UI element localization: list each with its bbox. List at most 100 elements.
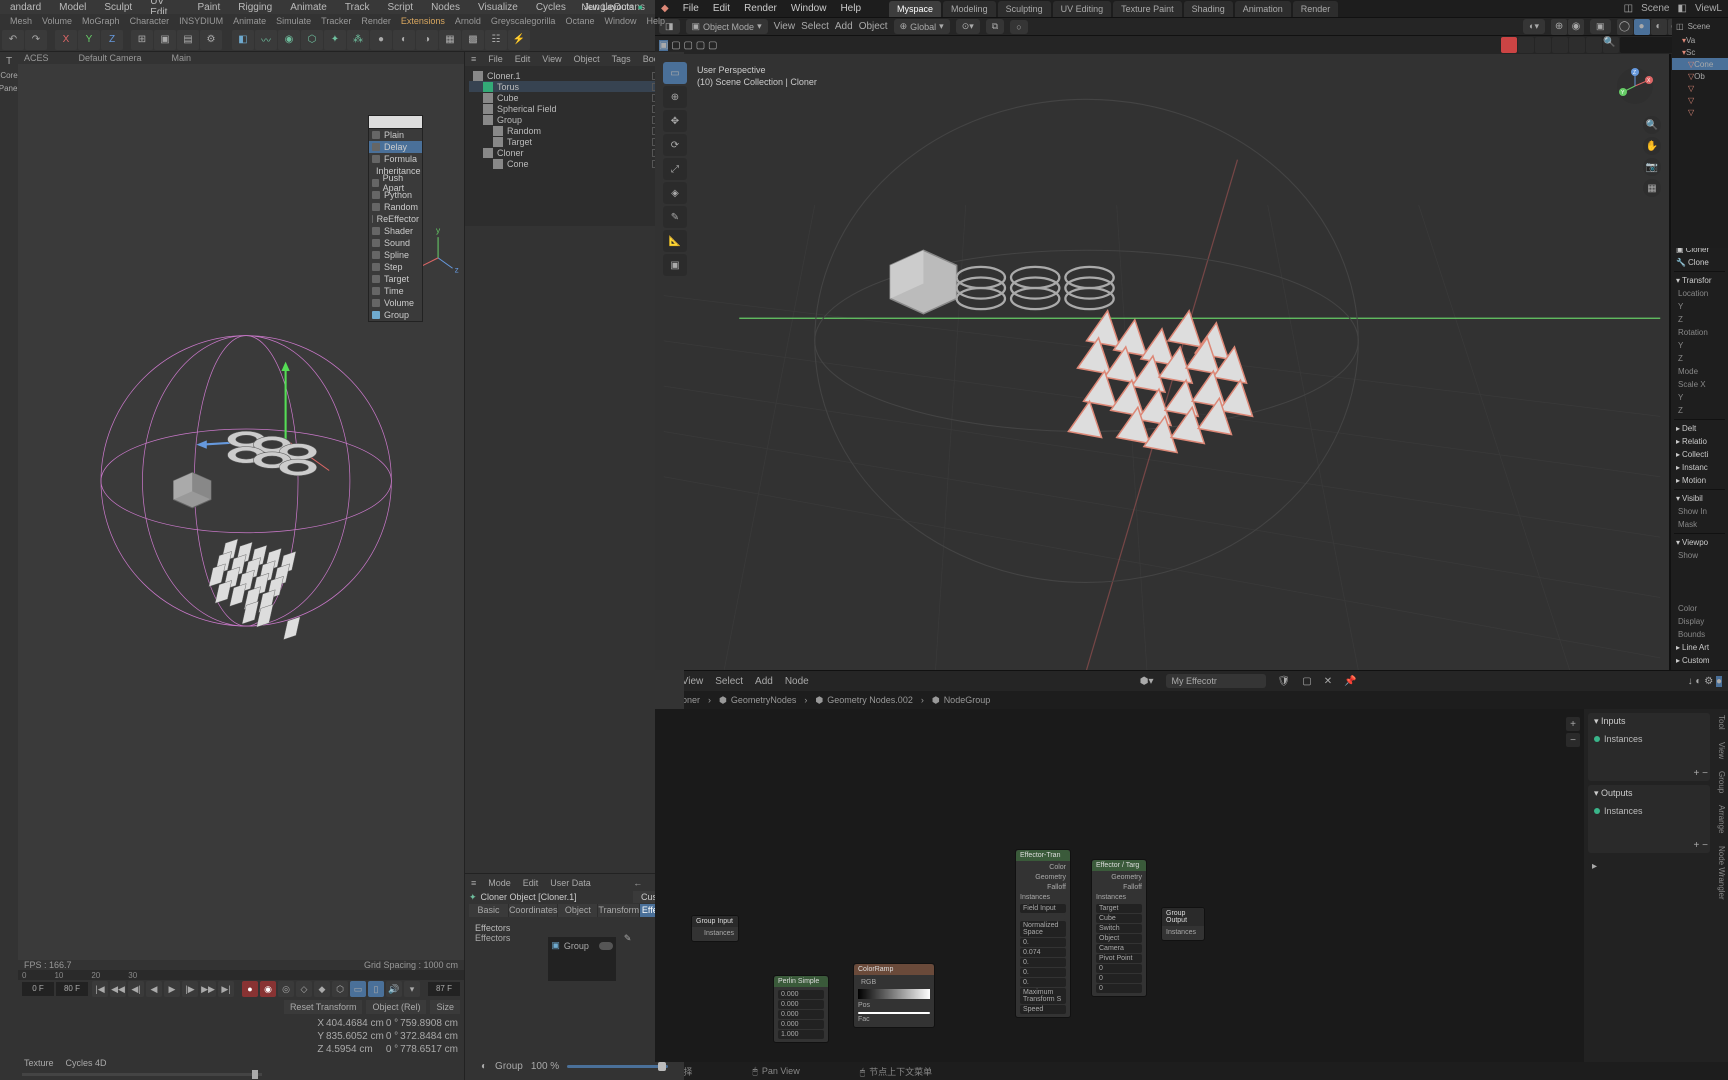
ctx-pushapart[interactable]: Push Apart — [369, 177, 422, 189]
frame-current[interactable]: 80 F — [56, 982, 88, 996]
goto-start-icon[interactable]: |◀ — [92, 981, 108, 997]
tab-object[interactable]: Object — [558, 904, 598, 917]
outliner-item[interactable]: Va — [1686, 36, 1695, 45]
node-canvas[interactable]: Group Input Instances Perlin Simple 0.00… — [655, 709, 1584, 1062]
socket[interactable]: Geometry — [1111, 873, 1142, 883]
menu-item[interactable]: Simulate — [276, 16, 311, 26]
cube-icon[interactable]: ◧ — [232, 30, 254, 50]
prop-location[interactable]: Location — [1674, 287, 1725, 300]
header-select[interactable]: Select — [801, 21, 829, 32]
texture-tab[interactable]: Texture — [24, 1058, 54, 1068]
rot-x[interactable]: 0 ° — [386, 1018, 398, 1029]
menu-item[interactable]: Model — [59, 2, 86, 13]
reset-transform-button[interactable]: Reset Transform — [284, 1000, 363, 1014]
section-motion[interactable]: ▸ Motion — [1674, 474, 1725, 487]
nodetree-name-input[interactable]: My Effecotr — [1166, 674, 1266, 688]
coord-space-dropdown[interactable]: Object (Rel) — [366, 1000, 426, 1014]
camera-label[interactable]: Default Camera — [79, 53, 142, 63]
key4-icon[interactable]: ⬡ — [332, 981, 348, 997]
field[interactable]: 0 — [1096, 984, 1142, 993]
generator-icon[interactable]: ◉ — [278, 30, 300, 50]
node-group-input[interactable]: Group Input Instances — [691, 915, 739, 942]
key6-icon[interactable]: ▯ — [368, 981, 384, 997]
pivot-dropdown[interactable]: ⊙▾ — [956, 19, 980, 34]
menu-icon[interactable]: ≡ — [471, 54, 476, 64]
cycles-tab[interactable]: Cycles 4D — [66, 1058, 107, 1068]
render-icon[interactable]: ▣ — [154, 30, 176, 50]
rot-z[interactable]: 0 ° — [386, 1044, 398, 1055]
blender-viewport[interactable]: ▭ ⊕ ✥ ⟳ ⤢ ◈ ✎ 📐 ▣ User Perspective (10) … — [655, 54, 1670, 670]
group-weight-slider[interactable]: ◐ Group 100 % — [475, 1061, 674, 1072]
header-view[interactable]: View — [774, 21, 796, 32]
field[interactable]: Field Input — [1020, 904, 1066, 913]
ne-tool-icon[interactable]: ● — [1716, 676, 1722, 687]
marker-icon[interactable]: ▾ — [404, 981, 420, 997]
tool5-icon[interactable]: ☷ — [485, 30, 507, 50]
field[interactable]: Speed — [1020, 1005, 1066, 1014]
menu-item[interactable]: Visualize — [478, 2, 518, 13]
menu-item[interactable]: Animate — [290, 2, 327, 13]
field-icon[interactable]: ✦ — [324, 30, 346, 50]
field[interactable]: Pivot Point — [1096, 954, 1142, 963]
panel-label[interactable]: Panel — [0, 84, 19, 93]
menu-item[interactable]: Tags — [612, 54, 631, 64]
workspace-tab[interactable]: Texture Paint — [1113, 1, 1182, 17]
ctx-step[interactable]: Step — [369, 261, 422, 273]
field[interactable]: 0. — [1020, 968, 1066, 977]
ne-tool-icon[interactable]: ◐ — [1695, 676, 1701, 687]
workspace-tab[interactable]: Animation — [1235, 1, 1291, 17]
view-label[interactable]: Main — [172, 53, 192, 63]
volume-icon[interactable]: ● — [370, 30, 392, 50]
prop-sy[interactable]: Y — [1674, 391, 1725, 404]
menu-item[interactable]: View — [542, 54, 561, 64]
ctx-time[interactable]: Time — [369, 285, 422, 297]
core-label[interactable]: Core — [0, 71, 17, 80]
workspace-tab[interactable]: UV Editing — [1053, 1, 1112, 17]
shade-icon[interactable] — [1535, 37, 1551, 53]
prev-key-icon[interactable]: ◀◀ — [110, 981, 126, 997]
socket-out[interactable]: Instances — [704, 929, 734, 939]
section-relations[interactable]: ▸ Relatio — [1674, 435, 1725, 448]
ramp-gradient[interactable] — [858, 989, 930, 999]
section-lineart[interactable]: ▸ Line Art — [1674, 641, 1725, 654]
crumb[interactable]: ⬢NodeGroup — [932, 695, 990, 706]
menu-item[interactable]: Window — [604, 16, 636, 26]
xray-toggle[interactable]: ▣ — [1590, 19, 1611, 34]
spline-icon[interactable]: 〰 — [255, 30, 277, 50]
menu-item[interactable]: File — [488, 54, 503, 64]
menu-item[interactable]: Tracker — [321, 16, 351, 26]
new-layouts-button[interactable]: New Layouts● — [582, 2, 643, 12]
node-colorramp[interactable]: ColorRamp RGB Pos Fac — [853, 963, 935, 1028]
shade-icon[interactable] — [1569, 37, 1585, 53]
c4d-outliner[interactable]: Cloner.1TorusCubeSpherical FieldGroupRan… — [465, 66, 684, 226]
undo-icon[interactable]: ↶ — [2, 30, 24, 50]
crumb[interactable]: ⬢Geometry Nodes.002 — [815, 695, 912, 706]
ctx-target[interactable]: Target — [369, 273, 422, 285]
field[interactable]: 1.000 — [778, 1030, 824, 1039]
solid-shading-icon[interactable]: ● — [1634, 19, 1650, 35]
prop-show[interactable]: Show — [1674, 549, 1725, 562]
tab-transform[interactable]: Transform — [598, 904, 640, 917]
search-icon[interactable]: 🔍 — [1603, 37, 1619, 53]
section-custom[interactable]: ▸ Custom — [1674, 654, 1725, 667]
effectors-list[interactable]: ▣Group — [548, 937, 616, 981]
scale-z[interactable]: 778.6517 cm — [400, 1044, 458, 1055]
field[interactable]: 0 — [1096, 974, 1142, 983]
mograph-icon[interactable]: ⁂ — [347, 30, 369, 50]
key5-icon[interactable]: ▭ — [350, 981, 366, 997]
outliner-row[interactable]: Cloner.1 — [469, 70, 680, 81]
proportional-toggle[interactable]: ○ — [1010, 20, 1027, 34]
axis-z-icon[interactable]: Z — [101, 30, 123, 50]
socket[interactable]: Color — [1049, 863, 1066, 873]
slider-value[interactable]: 100 % — [531, 1061, 559, 1072]
outliner-row[interactable]: Cube — [469, 92, 680, 103]
attr-edit[interactable]: Edit — [523, 878, 539, 888]
menu-item[interactable]: andard — [10, 2, 41, 13]
menu-item[interactable]: Paint — [197, 2, 220, 13]
ne-zoom-out-icon[interactable]: − — [1566, 733, 1580, 747]
field[interactable]: Cube — [1096, 914, 1142, 923]
menu-item[interactable]: Sculpt — [104, 2, 132, 13]
field[interactable]: Normalized Space — [1020, 921, 1066, 937]
ctx-formula[interactable]: Formula — [369, 153, 422, 165]
ne-add[interactable]: Add — [755, 676, 773, 687]
